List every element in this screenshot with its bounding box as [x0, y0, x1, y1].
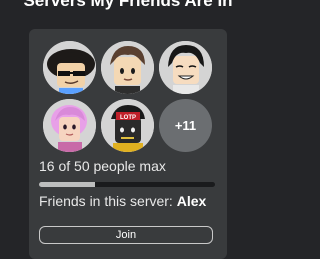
svg-text:LOTP: LOTP — [120, 115, 136, 121]
friends-in-server: Friends in this server: Alex — [39, 193, 206, 209]
capacity-bar-fill — [39, 182, 96, 187]
avatar-pink-hair-icon — [43, 99, 96, 152]
page-title: Servers My Friends Are In — [23, 0, 233, 10]
player-count: 16 of 50 people max — [39, 158, 166, 174]
capacity-bar — [39, 182, 215, 187]
friend-avatar-3[interactable] — [159, 41, 212, 94]
friend-avatar-4[interactable] — [43, 99, 96, 152]
friend-name: Alex — [176, 193, 207, 209]
avatar-black-hair-smile-icon — [159, 41, 212, 94]
friend-avatar-5[interactable]: LOTP — [101, 99, 154, 152]
more-friends-count: +11 — [174, 118, 197, 133]
avatar-black-hair-sunglasses-icon — [43, 41, 96, 94]
friend-avatar-1[interactable] — [43, 41, 96, 94]
friends-in-server-label: Friends in this server: — [39, 193, 173, 209]
avatar-red-sign-hat-icon: LOTP — [101, 99, 154, 152]
friend-avatar-2[interactable] — [101, 41, 154, 94]
more-friends-badge[interactable]: +11 — [159, 99, 212, 152]
join-button[interactable]: Join — [39, 226, 213, 244]
avatar-brown-hair-icon — [101, 41, 154, 94]
